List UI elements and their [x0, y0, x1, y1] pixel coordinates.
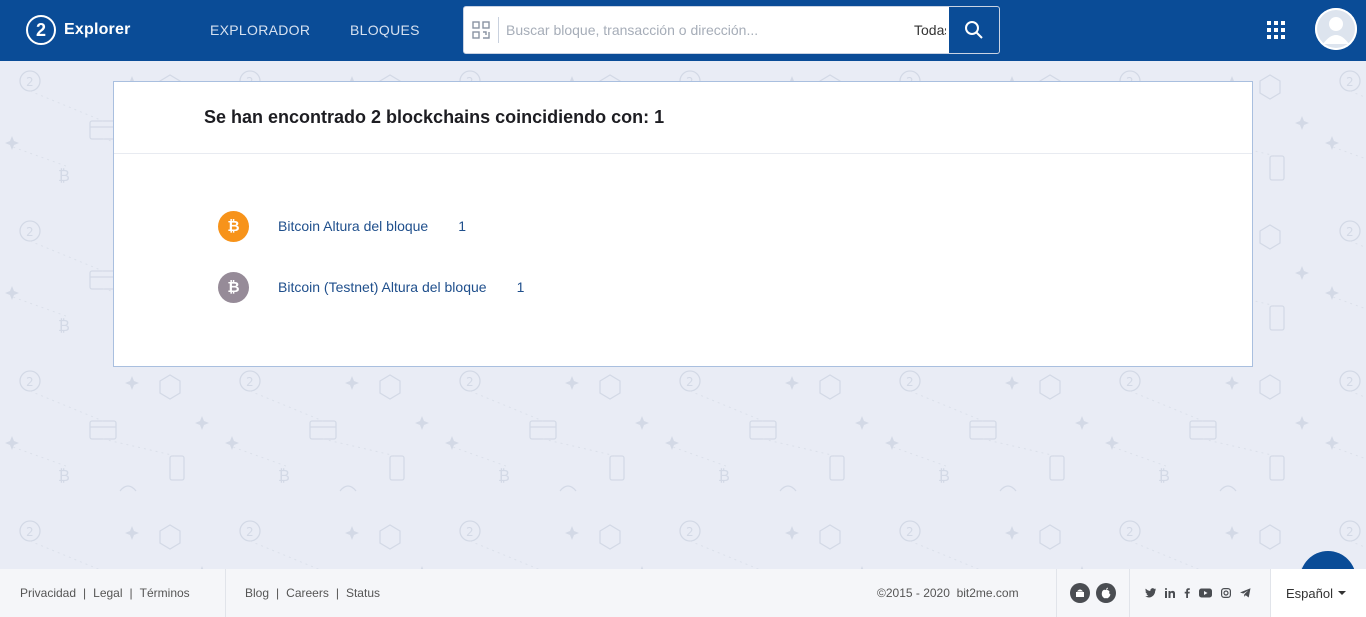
result-label[interactable]: Bitcoin (Testnet) Altura del bloque	[278, 279, 487, 295]
caret-down-icon	[1337, 591, 1346, 595]
bitcoin-icon: ₿	[218, 210, 249, 242]
language-select[interactable]: Español	[1270, 569, 1366, 617]
apps-grid-icon[interactable]	[1267, 21, 1285, 44]
search-input[interactable]	[506, 22, 906, 38]
top-navbar: 2 Explorer EXPLORADOR BLOQUES Todas	[0, 0, 1366, 61]
footer-social-icons	[1145, 569, 1260, 617]
result-value[interactable]: 1	[517, 279, 525, 295]
facebook-icon[interactable]	[1184, 588, 1190, 598]
footer-separator: |	[129, 586, 133, 600]
footer-link-legal[interactable]: Legal	[93, 586, 122, 600]
nav-bloques[interactable]: BLOQUES	[350, 22, 420, 38]
network-select-value: Todas	[914, 22, 946, 38]
search-divider	[498, 17, 499, 43]
bitcoin-testnet-icon: ₿	[218, 271, 249, 303]
footer-separator: |	[335, 586, 339, 600]
footer-company-links: Blog | Careers | Status	[245, 569, 380, 617]
apple-icon[interactable]	[1096, 583, 1116, 603]
copyright-text: ©2015 - 2020 bit2me.com	[877, 586, 1019, 600]
user-avatar[interactable]	[1315, 8, 1357, 50]
linkedin-icon[interactable]	[1165, 588, 1175, 598]
footer-separator: |	[276, 586, 280, 600]
results-card: Se han encontrado 2 blockchains coincidi…	[113, 81, 1253, 367]
footer-divider	[1129, 569, 1130, 617]
telegram-icon[interactable]	[1240, 588, 1251, 598]
instagram-icon[interactable]	[1221, 588, 1231, 598]
footer-link-terminos[interactable]: Términos	[140, 586, 190, 600]
qr-code-icon[interactable]	[464, 7, 498, 53]
footer-copyright: ©2015 - 2020 bit2me.com	[877, 569, 1019, 617]
youtube-icon[interactable]	[1199, 588, 1212, 598]
footer-link-status[interactable]: Status	[346, 586, 380, 600]
result-value[interactable]: 1	[458, 218, 466, 234]
footer-link-careers[interactable]: Careers	[286, 586, 329, 600]
page-title: Se han encontrado 2 blockchains coincidi…	[204, 107, 665, 127]
footer-link-privacidad[interactable]: Privacidad	[20, 586, 76, 600]
search-button[interactable]	[949, 7, 999, 53]
footer: Privacidad | Legal | Términos Blog | Car…	[0, 569, 1366, 617]
search-icon	[965, 21, 983, 39]
android-icon[interactable]	[1070, 583, 1090, 603]
search-bar: Todas	[463, 6, 1000, 54]
language-value: Español	[1286, 585, 1333, 601]
footer-link-blog[interactable]: Blog	[245, 586, 269, 600]
result-label[interactable]: Bitcoin Altura del bloque	[278, 218, 428, 234]
footer-store-icons	[1070, 569, 1122, 617]
footer-divider	[1056, 569, 1057, 617]
network-select[interactable]: Todas	[906, 20, 946, 40]
footer-separator: |	[83, 586, 87, 600]
logo-mark-icon: 2	[26, 15, 56, 45]
result-row-bitcoin[interactable]: ₿ Bitcoin Altura del bloque 1	[218, 210, 466, 242]
nav-explorador[interactable]: EXPLORADOR	[210, 22, 310, 38]
results-header: Se han encontrado 2 blockchains coincidi…	[114, 82, 1252, 154]
result-row-bitcoin-testnet[interactable]: ₿ Bitcoin (Testnet) Altura del bloque 1	[218, 271, 524, 303]
footer-legal-links: Privacidad | Legal | Términos	[20, 569, 190, 617]
logo-text: Explorer	[64, 21, 131, 38]
twitter-icon[interactable]	[1145, 588, 1156, 598]
footer-divider	[225, 569, 226, 617]
logo[interactable]: 2 Explorer	[26, 14, 131, 46]
